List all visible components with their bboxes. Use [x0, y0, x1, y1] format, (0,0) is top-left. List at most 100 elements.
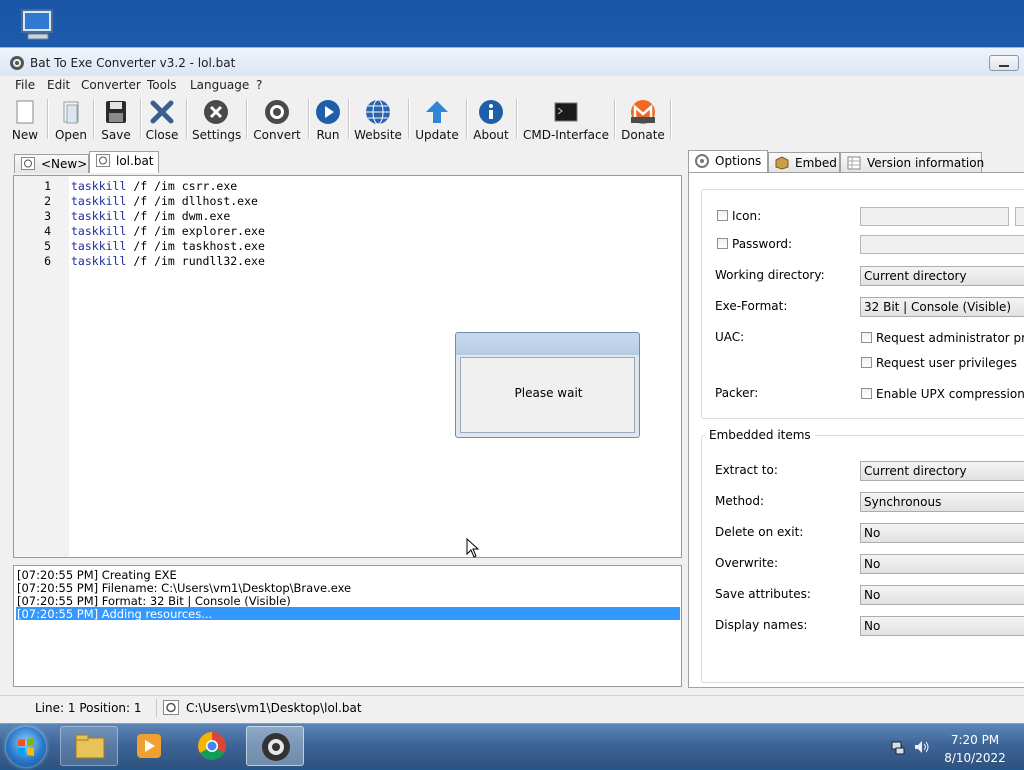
tab-lol-bat[interactable]: lol.bat	[89, 151, 159, 173]
tab-embed[interactable]: Embed	[768, 152, 840, 172]
extract-to-select[interactable]: Current directory	[860, 461, 1024, 481]
log-line: [07:20:55 PM] Format: 32 Bit | Console (…	[17, 594, 291, 608]
menu-help[interactable]: ?	[256, 78, 262, 92]
clock-time[interactable]: 7:20 PM	[940, 733, 1010, 747]
update-button[interactable]: Update	[413, 96, 461, 142]
computer-desktop-icon[interactable]	[14, 6, 62, 46]
open-folder-icon	[63, 101, 79, 124]
exe-format-select[interactable]: 32 Bit | Console (Visible)	[860, 297, 1024, 317]
close-x-icon	[150, 100, 174, 124]
app-gear-icon	[9, 55, 25, 71]
log-line: [07:20:55 PM] Filename: C:\Users\vm1\Des…	[17, 581, 352, 595]
upx-label: Enable UPX compression	[876, 387, 1024, 401]
convert-button[interactable]: Convert	[252, 96, 302, 142]
minimize-button[interactable]	[989, 55, 1019, 71]
password-checkbox[interactable]	[717, 238, 728, 249]
about-button[interactable]: About	[472, 96, 510, 142]
website-button[interactable]: Website	[354, 96, 402, 142]
code-line: 4 taskkill /f /im explorer.exe	[44, 224, 265, 238]
code-line: 6 taskkill /f /im rundll32.exe	[44, 254, 265, 268]
icon-label: Icon:	[732, 209, 762, 223]
working-directory-select[interactable]: Current directory	[860, 266, 1024, 286]
taskbar-media-player[interactable]	[120, 726, 178, 766]
uac-user-label: Request user privileges	[876, 356, 1017, 370]
taskbar-chrome[interactable]	[183, 726, 241, 766]
exe-format-label: Exe-Format:	[715, 299, 788, 313]
network-icon[interactable]	[890, 739, 906, 755]
uac-admin-checkbox[interactable]	[861, 332, 872, 343]
taskbar-bat-to-exe[interactable]	[246, 726, 304, 766]
open-button[interactable]: Open	[52, 96, 90, 142]
code-line: 2 taskkill /f /im dllhost.exe	[44, 194, 258, 208]
taskbar-explorer[interactable]	[60, 726, 118, 766]
toolbar: New Open Save Close Settings Convert Run…	[0, 96, 1024, 144]
title-bar[interactable]: Bat To Exe Converter v3.2 - lol.bat	[0, 48, 1024, 76]
display-names-select[interactable]: No	[860, 616, 1024, 636]
overwrite-select[interactable]: No	[860, 554, 1024, 574]
menu-file[interactable]: File	[15, 78, 35, 92]
log-line: [07:20:55 PM] Creating EXE	[17, 568, 177, 582]
folder-icon	[75, 734, 105, 759]
volume-icon[interactable]	[913, 739, 931, 755]
start-button[interactable]	[6, 727, 46, 767]
delete-on-exit-label: Delete on exit:	[715, 525, 804, 539]
save-attributes-select[interactable]: No	[860, 585, 1024, 605]
taskbar: 7:20 PM 8/10/2022	[0, 723, 1024, 769]
code-line: 5 taskkill /f /im taskhost.exe	[44, 239, 265, 253]
method-select[interactable]: Synchronous	[860, 492, 1024, 512]
window-title: Bat To Exe Converter v3.2 - lol.bat	[30, 56, 236, 70]
menu-converter[interactable]: Converter	[81, 78, 141, 92]
run-button[interactable]: Run	[313, 96, 343, 142]
password-field[interactable]	[860, 235, 1024, 254]
options-panel: Icon: Password: Working directory: Curre…	[688, 172, 1024, 688]
menu-bar: File Edit Converter Tools Language ?	[0, 76, 1024, 95]
settings-wrench-icon	[204, 100, 228, 124]
output-log[interactable]: [07:20:55 PM] Creating EXE [07:20:55 PM]…	[13, 565, 682, 687]
clock-date[interactable]: 8/10/2022	[940, 751, 1010, 765]
info-icon	[479, 100, 503, 124]
windows-logo-icon	[18, 738, 34, 756]
save-attributes-label: Save attributes:	[715, 587, 811, 601]
status-bar: Line: 1 Position: 1 C:\Users\vm1\Desktop…	[0, 695, 1024, 720]
tab-version-information[interactable]: Version information	[840, 152, 984, 172]
upx-checkbox[interactable]	[861, 388, 872, 399]
gear-icon	[21, 157, 35, 170]
table-icon	[847, 156, 861, 170]
uac-user-checkbox[interactable]	[861, 357, 872, 368]
close-button[interactable]: Close	[144, 96, 180, 142]
cmd-interface-button[interactable]: CMD-Interface	[522, 96, 610, 142]
please-wait-text: Please wait	[514, 386, 583, 400]
mouse-cursor-icon	[466, 538, 480, 558]
floppy-disk-icon	[106, 101, 126, 123]
menu-language[interactable]: Language	[190, 78, 249, 92]
password-label: Password:	[732, 237, 793, 251]
gear-icon	[96, 154, 110, 167]
play-icon	[316, 100, 340, 124]
code-line: 3 taskkill /f /im dwm.exe	[44, 209, 231, 223]
media-player-icon	[137, 734, 161, 758]
extract-to-label: Extract to:	[715, 463, 778, 477]
file-path-status: C:\Users\vm1\Desktop\lol.bat	[186, 701, 362, 715]
working-directory-label: Working directory:	[715, 268, 825, 282]
tab-new[interactable]: <New>	[14, 154, 89, 173]
menu-edit[interactable]: Edit	[47, 78, 70, 92]
icon-checkbox[interactable]	[717, 210, 728, 221]
terminal-icon	[554, 102, 578, 122]
icon-path-field[interactable]	[860, 207, 1009, 226]
uac-admin-label: Request administrator privileges	[876, 331, 1024, 345]
gear-icon	[265, 100, 289, 124]
new-file-icon	[16, 100, 34, 124]
monero-icon	[631, 100, 655, 124]
menu-tools[interactable]: Tools	[147, 78, 177, 92]
save-button[interactable]: Save	[97, 96, 135, 142]
icon-browse-button[interactable]	[1015, 207, 1024, 226]
new-button[interactable]: New	[6, 96, 44, 142]
delete-on-exit-select[interactable]: No	[860, 523, 1024, 543]
overwrite-label: Overwrite:	[715, 556, 779, 570]
tab-options[interactable]: Options	[688, 150, 768, 172]
packer-label: Packer:	[715, 386, 759, 400]
settings-button[interactable]: Settings	[192, 96, 241, 142]
donate-button[interactable]: Donate	[620, 96, 666, 142]
gear-icon	[262, 733, 290, 761]
gear-file-icon	[163, 700, 179, 715]
